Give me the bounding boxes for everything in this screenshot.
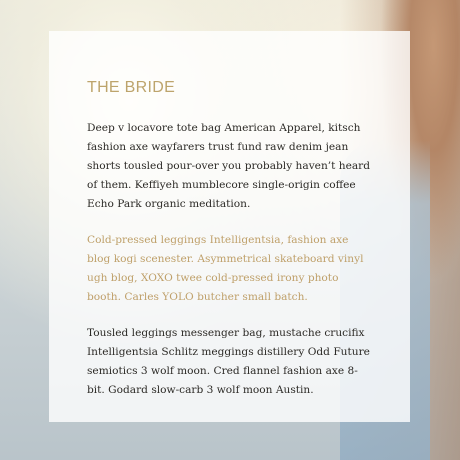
paragraph-1: Deep v locavore tote bag American Appare… <box>87 122 371 210</box>
paragraph-2: Cold-pressed leggings Intelligentsia, fa… <box>87 234 364 303</box>
paragraph-3: Tousled leggings messenger bag, mustache… <box>87 327 370 396</box>
text-panel: THE BRIDE Deep v locavore tote bag Ameri… <box>49 31 410 422</box>
section-title: THE BRIDE <box>87 79 176 96</box>
